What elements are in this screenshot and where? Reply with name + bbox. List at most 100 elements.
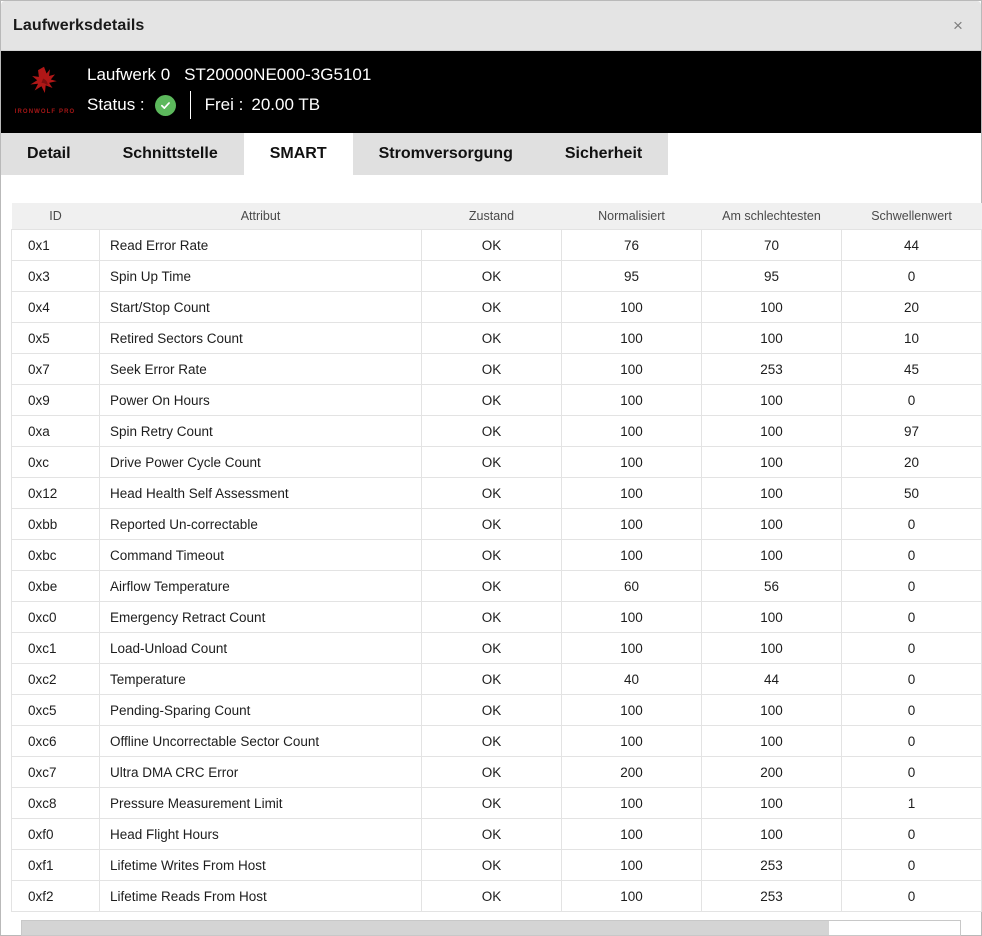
tab-smart[interactable]: SMART (244, 133, 353, 175)
cell-state: OK (422, 478, 562, 509)
table-row[interactable]: 0xc2TemperatureOK4044077309411368 (12, 664, 982, 695)
table-row[interactable]: 0xbcCommand TimeoutOK10010000 (12, 540, 982, 571)
cell-id: 0xc2 (12, 664, 100, 695)
column-header-attribute[interactable]: Attribut (100, 203, 422, 230)
cell-threshold: 0 (842, 881, 982, 912)
table-row[interactable]: 0xbbReported Un-correctableOK10010000 (12, 509, 982, 540)
table-row[interactable]: 0xbeAirflow TemperatureOK60560690487336 (12, 571, 982, 602)
cell-normalized: 100 (562, 447, 702, 478)
cell-state: OK (422, 819, 562, 850)
table-row[interactable]: 0xc0Emergency Retract CountOK10010001 (12, 602, 982, 633)
ironwolf-pro-logo: IRONWOLF PRO (9, 61, 81, 123)
cell-state: OK (422, 230, 562, 261)
close-icon[interactable]: × (945, 13, 971, 39)
table-row[interactable]: 0xf2Lifetime Reads From HostOK1002530881… (12, 881, 982, 912)
cell-threshold: 0 (842, 726, 982, 757)
table-row[interactable]: 0xaSpin Retry CountOK100100970 (12, 416, 982, 447)
cell-state: OK (422, 726, 562, 757)
cell-threshold: 45 (842, 354, 982, 385)
tab-stromversorgung[interactable]: Stromversorgung (353, 133, 539, 175)
free-space-label: Frei : (205, 95, 244, 115)
cell-threshold: 0 (842, 540, 982, 571)
table-row[interactable]: 0xc1Load-Unload CountOK100100012 (12, 633, 982, 664)
table-row[interactable]: 0x4Start/Stop CountOK100100204 (12, 292, 982, 323)
column-header-state[interactable]: Zustand (422, 203, 562, 230)
tab-sicherheit[interactable]: Sicherheit (539, 133, 668, 175)
table-header-row: ID Attribut Zustand Normalisiert Am schl… (12, 203, 982, 230)
cell-normalized: 100 (562, 633, 702, 664)
cell-threshold: 0 (842, 664, 982, 695)
cell-attribute: Read Error Rate (100, 230, 422, 261)
cell-threshold: 0 (842, 850, 982, 881)
cell-attribute: Load-Unload Count (100, 633, 422, 664)
table-row[interactable]: 0xf1Lifetime Writes From HostOK100253033… (12, 850, 982, 881)
cell-worst: 253 (702, 881, 842, 912)
cell-normalized: 100 (562, 509, 702, 540)
tabbar: Detail Schnittstelle SMART Stromversorgu… (1, 133, 981, 175)
cell-worst: 100 (702, 509, 842, 540)
drive-model: ST20000NE000-3G5101 (184, 65, 371, 84)
cell-id: 0xc8 (12, 788, 100, 819)
column-header-worst[interactable]: Am schlechtesten (702, 203, 842, 230)
cell-normalized: 100 (562, 819, 702, 850)
column-header-id[interactable]: ID (12, 203, 100, 230)
cell-attribute: Lifetime Writes From Host (100, 850, 422, 881)
cell-state: OK (422, 850, 562, 881)
cell-state: OK (422, 695, 562, 726)
cell-state: OK (422, 416, 562, 447)
cell-id: 0xc1 (12, 633, 100, 664)
table-row[interactable]: 0x9Power On HoursOK10010003 (12, 385, 982, 416)
tab-sicherheit-label: Sicherheit (565, 145, 642, 163)
table-row[interactable]: 0x7Seek Error RateOK10025345938876 (12, 354, 982, 385)
table-row[interactable]: 0xc5Pending-Sparing CountOK10010000 (12, 695, 982, 726)
cell-normalized: 76 (562, 230, 702, 261)
table-body: 0x1Read Error RateOK767044395642000x3Spi… (12, 230, 982, 912)
cell-normalized: 200 (562, 757, 702, 788)
cell-attribute: Pressure Measurement Limit (100, 788, 422, 819)
cell-threshold: 0 (842, 261, 982, 292)
cell-state: OK (422, 540, 562, 571)
brand-label: IRONWOLF PRO (9, 109, 81, 115)
cell-id: 0xc (12, 447, 100, 478)
drive-identity-line: Laufwerk 0 ST20000NE000-3G5101 (87, 65, 371, 85)
cell-normalized: 100 (562, 416, 702, 447)
tab-detail[interactable]: Detail (1, 133, 97, 175)
drive-label: Laufwerk 0 (87, 65, 170, 84)
status-label: Status : (87, 95, 145, 115)
cell-threshold: 44 (842, 230, 982, 261)
cell-normalized: 100 (562, 695, 702, 726)
status-ok-icon (155, 95, 176, 116)
cell-attribute: Airflow Temperature (100, 571, 422, 602)
cell-attribute: Head Health Self Assessment (100, 478, 422, 509)
cell-id: 0x4 (12, 292, 100, 323)
cell-normalized: 100 (562, 292, 702, 323)
cell-id: 0xa (12, 416, 100, 447)
cell-id: 0xc0 (12, 602, 100, 633)
table-header: ID Attribut Zustand Normalisiert Am schl… (12, 203, 982, 230)
cell-threshold: 0 (842, 602, 982, 633)
cell-id: 0xbc (12, 540, 100, 571)
table-row[interactable]: 0xcDrive Power Cycle CountOK100100204 (12, 447, 982, 478)
table-row[interactable]: 0x1Read Error RateOK76704439564200 (12, 230, 982, 261)
horizontal-scrollbar[interactable] (21, 920, 961, 936)
table-row[interactable]: 0xc7Ultra DMA CRC ErrorOK20020000 (12, 757, 982, 788)
table-row[interactable]: 0x12Head Health Self AssessmentOK1001005… (12, 478, 982, 509)
table-row[interactable]: 0xc6Offline Uncorrectable Sector CountOK… (12, 726, 982, 757)
column-header-normalized[interactable]: Normalisiert (562, 203, 702, 230)
cell-normalized: 100 (562, 602, 702, 633)
horizontal-scrollbar-thumb[interactable] (22, 921, 829, 935)
tab-schnittstelle[interactable]: Schnittstelle (97, 133, 244, 175)
cell-normalized: 100 (562, 881, 702, 912)
tab-smart-label: SMART (270, 145, 327, 163)
table-row[interactable]: 0x3Spin Up TimeOK959500 (12, 261, 982, 292)
column-header-threshold[interactable]: Schwellenwert (842, 203, 982, 230)
cell-worst: 56 (702, 571, 842, 602)
drive-details-window: Laufwerksdetails × IRONWOLF PRO Laufwerk… (0, 0, 982, 936)
table-row[interactable]: 0x5Retired Sectors CountOK100100100 (12, 323, 982, 354)
cell-attribute: Power On Hours (100, 385, 422, 416)
table-row[interactable]: 0xc8Pressure Measurement LimitOK10010010 (12, 788, 982, 819)
cell-state: OK (422, 571, 562, 602)
status-divider (190, 91, 191, 119)
table-row[interactable]: 0xf0Head Flight HoursOK10010005535478405… (12, 819, 982, 850)
cell-state: OK (422, 881, 562, 912)
